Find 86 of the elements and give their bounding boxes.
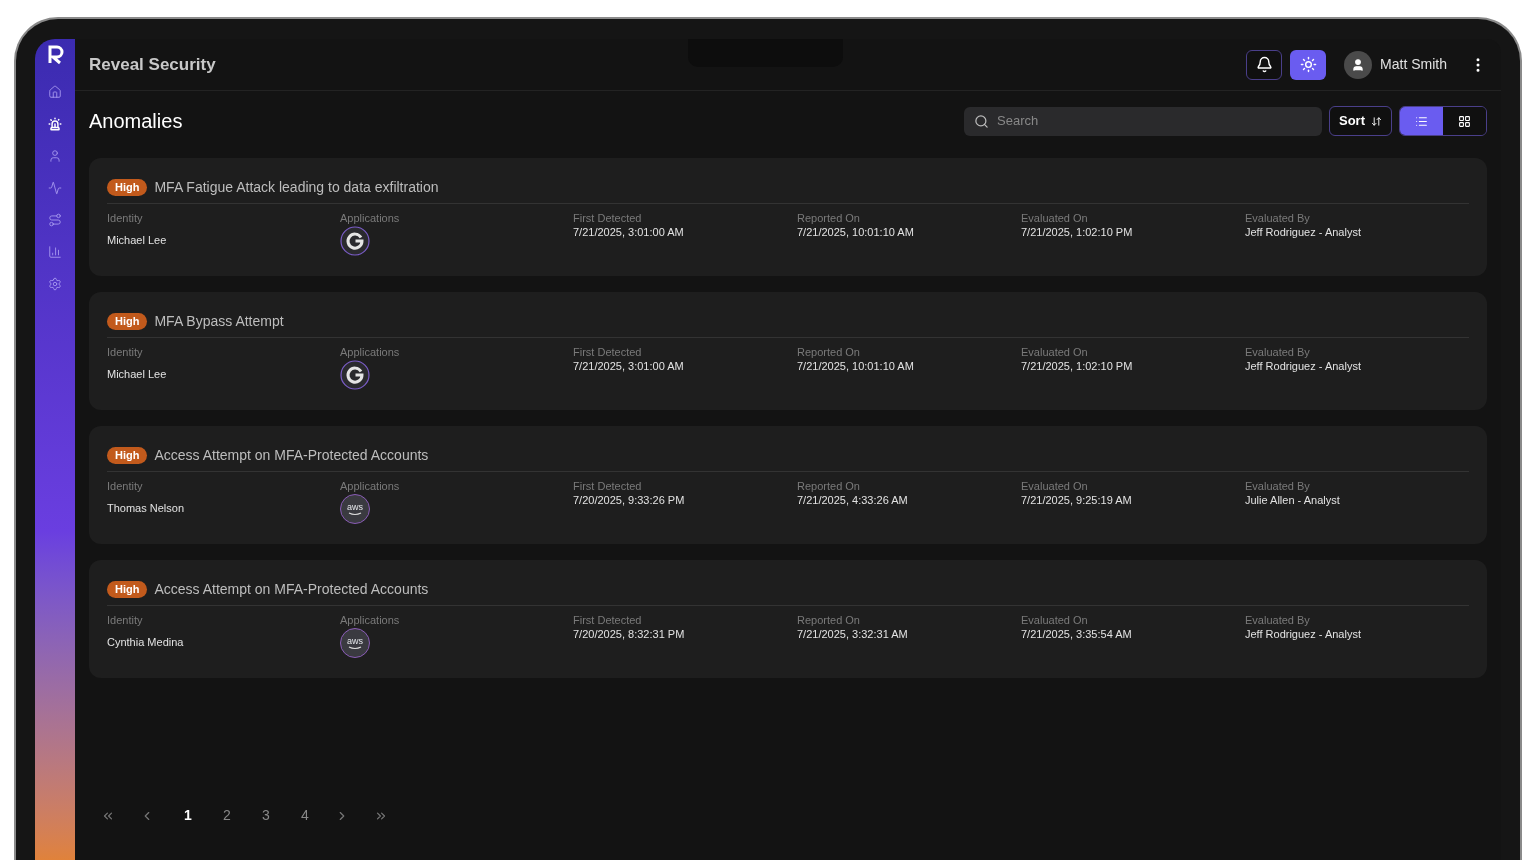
anomaly-card[interactable] [89,292,1487,410]
field-label: Evaluated By [1245,211,1311,225]
anomaly-card[interactable] [89,560,1487,678]
sort-button[interactable]: Sort [1329,106,1392,136]
field-label: Identity [107,613,144,627]
user-name[interactable]: Matt Smith [1380,54,1447,75]
field-label: Identity [107,479,144,493]
field-value: 7/21/2025, 9:25:19 AM [1021,493,1133,507]
field-value: Cynthia Medina [107,635,185,649]
list-icon [1415,114,1428,128]
field-value: 7/21/2025, 10:01:10 AM [797,359,915,373]
grid-icon [1458,114,1471,128]
bell-icon [1255,56,1273,73]
anomaly-title: Access Attempt on MFA-Protected Accounts [154,580,429,599]
anomaly-title: MFA Bypass Attempt [154,312,284,331]
field-label: Identity [107,211,144,225]
field-value: 7/21/2025, 3:01:00 AM [573,225,685,239]
field-value: Michael Lee [107,367,168,381]
severity-badge: High [107,313,148,330]
field-value: Michael Lee [107,233,168,247]
field-label: First Detected [573,345,643,359]
field-value: 7/21/2025, 10:01:10 AM [797,225,915,239]
settings-icon[interactable] [48,277,62,291]
severity-badge: High [107,581,148,598]
google-logo-icon [340,360,370,390]
anomaly-title: Access Attempt on MFA-Protected Accounts [154,446,429,465]
field-value: 7/21/2025, 3:01:00 AM [573,359,685,373]
page-title: Anomalies [89,109,183,134]
field-label: First Detected [573,211,643,225]
route-icon[interactable] [48,213,62,227]
field-label: Reported On [797,479,861,493]
field-value: 7/21/2025, 3:32:31 AM [797,627,909,641]
field-value: Jeff Rodriguez - Analyst [1245,225,1362,239]
anomaly-card[interactable] [89,158,1487,276]
severity-badge: High [107,179,148,196]
field-label: Applications [340,211,401,225]
field-value: 7/21/2025, 1:02:10 PM [1021,225,1134,239]
page-link[interactable]: 1 [179,805,197,826]
google-logo-icon [340,226,370,256]
page-link[interactable]: 2 [218,805,236,826]
field-value: 7/21/2025, 1:02:10 PM [1021,359,1134,373]
field-label: Evaluated By [1245,479,1311,493]
aws-logo-icon: aws [340,628,370,658]
severity-badge: High [107,447,148,464]
activity-icon[interactable] [48,181,62,195]
field-value: 7/20/2025, 8:32:31 PM [573,627,686,641]
field-label: Reported On [797,613,861,627]
field-value: 7/20/2025, 9:33:26 PM [573,493,686,507]
field-value: Thomas Nelson [107,501,186,515]
field-value: Julie Allen - Analyst [1245,493,1341,507]
sort-arrows-icon [1371,115,1382,127]
field-label: Evaluated By [1245,345,1311,359]
user-icon[interactable] [48,149,62,163]
field-label: First Detected [573,613,643,627]
field-label: Applications [340,479,401,493]
sun-icon [1299,56,1317,73]
field-label: Reported On [797,211,861,225]
field-label: Evaluated On [1021,211,1089,225]
theme-button[interactable] [1290,49,1327,80]
app-title: Reveal Security [89,53,216,76]
aws-logo-icon: aws [340,494,370,524]
chart-icon[interactable] [48,245,62,259]
field-label: Evaluated On [1021,479,1089,493]
field-value: 7/21/2025, 3:35:54 AM [1021,627,1133,641]
field-label: Evaluated On [1021,613,1089,627]
field-value: Jeff Rodriguez - Analyst [1245,627,1362,641]
avatar-icon [1344,50,1373,79]
field-label: Evaluated On [1021,345,1089,359]
page-link[interactable]: 3 [257,805,275,826]
alarm-icon[interactable] [48,117,62,131]
field-label: Identity [107,345,144,359]
field-label: Applications [340,613,401,627]
search-input[interactable]: Search [997,111,1312,131]
field-label: Applications [340,345,401,359]
field-value: Jeff Rodriguez - Analyst [1245,359,1362,373]
field-label: Reported On [797,345,861,359]
field-label: First Detected [573,479,643,493]
search-field[interactable]: Search [964,106,1322,136]
search-icon [974,113,989,129]
field-value: 7/21/2025, 4:33:26 AM [797,493,909,507]
field-label: Evaluated By [1245,613,1311,627]
notifications-button[interactable] [1246,49,1283,80]
anomaly-title: MFA Fatigue Attack leading to data exfiltration [154,178,439,197]
anomaly-card[interactable] [89,426,1487,544]
home-icon[interactable] [48,85,62,99]
page-link[interactable]: 4 [296,805,314,826]
